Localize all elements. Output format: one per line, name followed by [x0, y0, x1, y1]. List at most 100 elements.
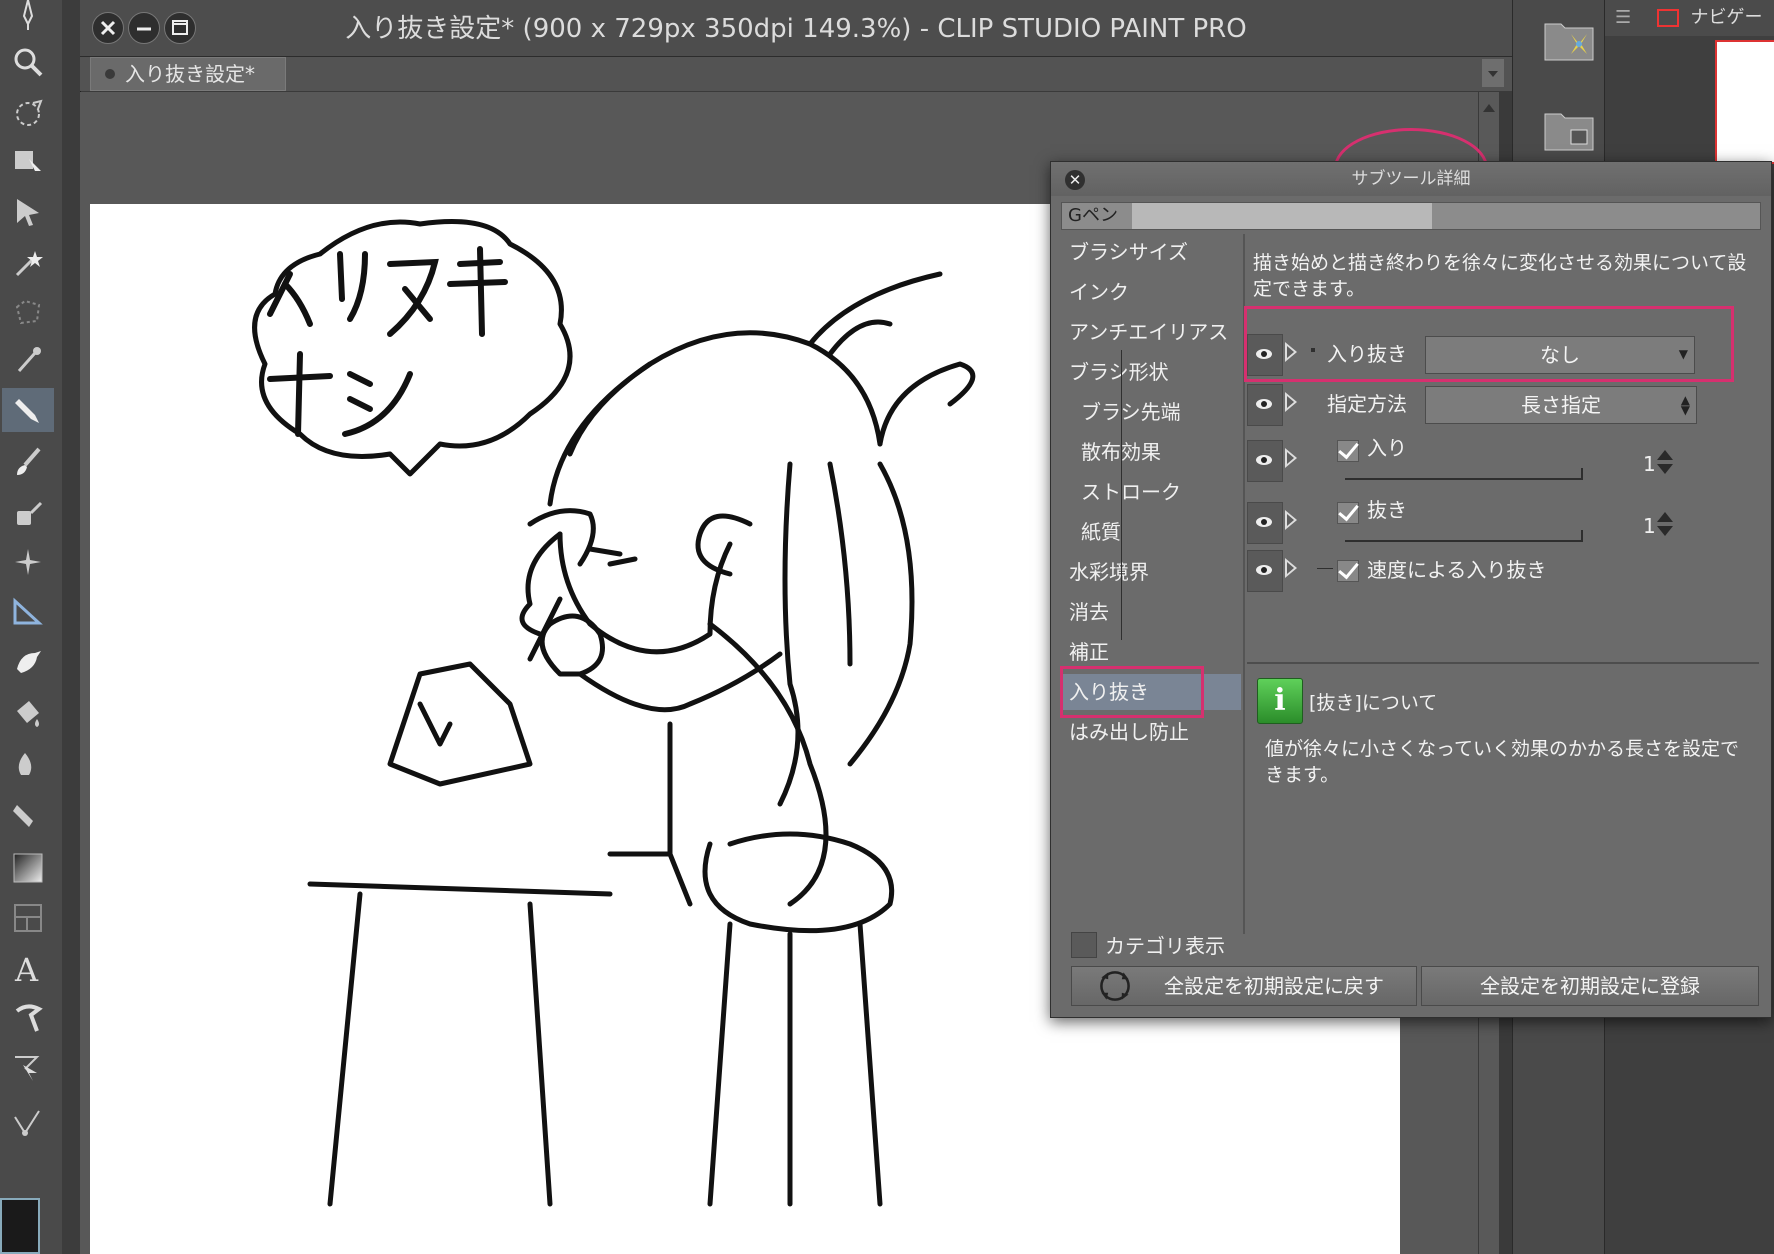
updown-icon: ▲ ▼ — [1680, 393, 1690, 417]
dialog-title: サブツール詳細 — [1351, 169, 1471, 189]
gradient-icon[interactable] — [2, 846, 54, 890]
category-description: 描き始めと描き終わりを徐々に変化させる効果について設定できます。 — [1253, 252, 1747, 300]
brush-icon[interactable] — [2, 440, 54, 484]
category-item[interactable]: インク — [1061, 274, 1241, 310]
category-item[interactable]: 水彩境界 — [1061, 554, 1241, 590]
blend-icon[interactable] — [2, 742, 54, 786]
navigator-header: ☰ ナビゲー — [1605, 0, 1774, 36]
tree-line — [1121, 400, 1122, 640]
dialog-title-bar[interactable]: サブツール詳細 — [1051, 162, 1771, 196]
bird-icon[interactable] — [2, 640, 54, 684]
category-item[interactable]: 紙質 — [1061, 514, 1241, 550]
selection-pen-icon[interactable] — [2, 290, 54, 334]
brush-name-bar: Gペン — [1061, 202, 1761, 230]
info-icon: i — [1257, 678, 1303, 724]
document-tab[interactable]: 入り抜き設定* — [90, 57, 286, 91]
register-all-button[interactable]: 全設定を初期設定に登録 — [1421, 966, 1759, 1006]
category-list: ブラシサイズ インクアンチエイリアス ブラシ形状ブラシ先端散布効果ストローク紙質水彩… — [1061, 234, 1241, 834]
fill-icon[interactable] — [2, 692, 54, 736]
category-item[interactable]: 散布効果 — [1061, 434, 1241, 470]
reset-icon — [1100, 971, 1130, 1001]
category-item[interactable]: ブラシ形状 — [1061, 354, 1241, 390]
close-icon[interactable]: ✕ — [1065, 170, 1085, 190]
category-item[interactable]: ストローク — [1061, 474, 1241, 510]
annotation-box-taper — [1244, 306, 1734, 382]
window-title: 入り抜き設定* (900 x 729px 350dpi 149.3%) - CL… — [345, 14, 1247, 44]
reset-all-label: 全設定を初期設定に戻す — [1164, 974, 1384, 998]
navigator-thumbnail[interactable] — [1715, 40, 1774, 164]
pen-icon[interactable] — [2, 388, 54, 432]
subtool-detail-dialog: サブツール詳細 ✕ Gペン ブラシサイズ インクアンチエイリアス ブラシ形状ブラシ先… — [1050, 161, 1772, 1018]
method-label: 指定方法 — [1327, 392, 1407, 416]
pen-nib-icon[interactable] — [2, 0, 54, 30]
expand-triangle-icon[interactable] — [1285, 558, 1297, 578]
balloon-icon[interactable] — [2, 996, 54, 1040]
magic-wand-icon[interactable] — [2, 242, 54, 286]
category-item[interactable]: ブラシサイズ — [1061, 234, 1241, 270]
vector-icon[interactable] — [2, 1100, 54, 1144]
info-body: 値が徐々に小さくなっていく効果のかかる長さを設定できます。 — [1265, 738, 1740, 786]
expand-triangle-icon[interactable] — [1285, 392, 1297, 412]
tool-palette: A — [0, 0, 63, 1254]
category-toggle-checkbox[interactable] — [1071, 932, 1097, 958]
end-row: 抜き 1 — [1247, 492, 1757, 548]
correction-icon[interactable] — [2, 1046, 54, 1090]
panel-menu-icon[interactable]: ☰ — [1615, 0, 1633, 36]
reset-all-button[interactable]: 全設定を初期設定に戻す — [1071, 966, 1417, 1006]
end-value[interactable]: 1 — [1643, 514, 1656, 538]
end-checkbox[interactable] — [1337, 502, 1359, 524]
category-item[interactable]: ブラシ先端 — [1061, 394, 1241, 430]
move-layer-icon[interactable] — [2, 140, 54, 184]
eye-icon[interactable] — [1247, 502, 1283, 544]
tree-line — [1317, 568, 1333, 569]
category-item[interactable]: アンチエイリアス — [1061, 314, 1241, 350]
end-spinner-icon[interactable] — [1657, 512, 1673, 538]
expand-triangle-icon[interactable] — [1285, 510, 1297, 530]
frame-icon[interactable] — [2, 896, 54, 940]
register-all-label: 全設定を初期設定に登録 — [1480, 974, 1700, 998]
folder-icon[interactable] — [1541, 100, 1597, 156]
start-slider[interactable] — [1345, 468, 1583, 480]
operation-icon[interactable] — [2, 190, 54, 234]
info-box: i [抜き]について 値が徐々に小さくなっていく効果のかかる長さを設定できます。 — [1247, 666, 1759, 926]
expand-triangle-icon[interactable] — [1285, 448, 1297, 468]
document-tab-bar: 入り抜き設定* — [80, 57, 1512, 91]
text-icon[interactable]: A — [2, 946, 54, 990]
eyedropper-icon[interactable] — [2, 338, 54, 382]
method-dropdown[interactable]: 長さ指定 ▲ ▼ — [1425, 386, 1697, 424]
svg-text:A: A — [14, 951, 39, 985]
category-item[interactable]: 消去 — [1061, 594, 1241, 630]
start-label: 入り — [1367, 436, 1407, 460]
document-tab-label: 入り抜き設定* — [125, 62, 255, 86]
category-toggle-label: カテゴリ表示 — [1105, 934, 1225, 958]
main-color-swatch[interactable] — [0, 1198, 40, 1254]
eraser-icon[interactable] — [2, 792, 54, 836]
method-value: 長さ指定 — [1521, 393, 1601, 417]
tab-menu-button[interactable] — [1482, 59, 1504, 87]
start-value[interactable]: 1 — [1643, 452, 1656, 476]
speed-checkbox[interactable] — [1337, 560, 1359, 582]
tree-line — [1121, 350, 1122, 402]
eye-icon[interactable] — [1247, 550, 1283, 592]
lasso-icon[interactable] — [2, 92, 54, 136]
eye-icon[interactable] — [1247, 384, 1283, 426]
brush-stroke-preview — [1132, 203, 1432, 229]
decoration-icon[interactable] — [2, 540, 54, 584]
start-spinner-icon[interactable] — [1657, 450, 1673, 476]
speed-label: 速度による入り抜き — [1367, 558, 1547, 582]
method-row: 指定方法 長さ指定 ▲ ▼ — [1247, 382, 1757, 426]
category-item[interactable]: はみ出し防止 — [1061, 714, 1241, 750]
tool-palette-splitter[interactable] — [62, 0, 81, 1254]
brush-name: Gペン — [1068, 205, 1118, 226]
material-folder-icon[interactable] — [1541, 10, 1597, 66]
scroll-up-icon[interactable] — [1479, 98, 1499, 118]
info-title: [抜き]について — [1309, 692, 1438, 714]
category-item[interactable]: 補正 — [1061, 634, 1241, 670]
ruler-icon[interactable] — [2, 590, 54, 634]
zoom-icon[interactable] — [2, 40, 54, 84]
eye-icon[interactable] — [1247, 440, 1283, 482]
start-checkbox[interactable] — [1337, 440, 1359, 462]
end-slider[interactable] — [1345, 530, 1583, 542]
airbrush-icon[interactable] — [2, 490, 54, 534]
title-bar: 入り抜き設定* (900 x 729px 350dpi 149.3%) - CL… — [80, 0, 1512, 57]
